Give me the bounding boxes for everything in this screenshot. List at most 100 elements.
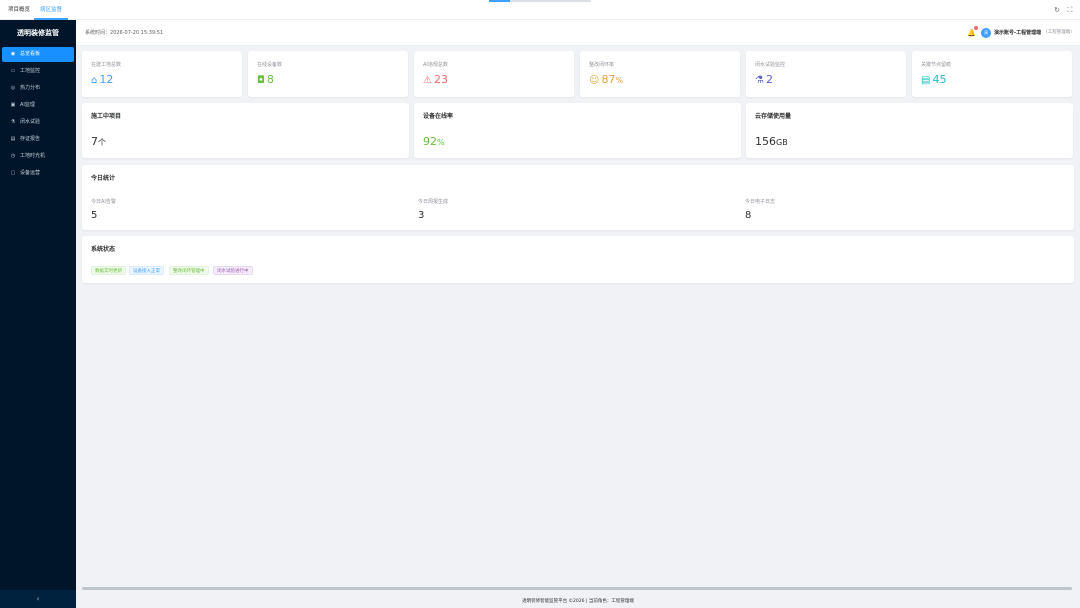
camera-icon: ◘ <box>257 75 265 86</box>
stat-number: 8 <box>266 73 274 86</box>
fullscreen-icon[interactable]: ⛶ <box>1065 5 1075 15</box>
system-status-title: 系统状态 <box>91 246 116 253</box>
report-icon: ▤ <box>10 136 16 142</box>
metric-number: 7 <box>91 135 98 148</box>
sidebar-collapse-button[interactable]: ‹ <box>0 590 76 608</box>
sidebar-item[interactable]: ▤ 存证报告 <box>2 132 74 147</box>
user-role: (工程管理端) <box>1046 30 1073 35</box>
today-stat-label: 今日周报生成 <box>418 199 449 205</box>
stat-number: 2 <box>765 73 773 86</box>
home-icon: ⌂ <box>91 75 98 86</box>
sidebar-item-label: 总览看板 <box>20 51 41 57</box>
sidebar-logo: 透明装修监管 <box>17 29 59 37</box>
avatar[interactable]: 演 <box>981 28 991 38</box>
tab-scroll-thumb[interactable] <box>489 0 510 2</box>
metric-title: 设备在线率 <box>423 113 454 120</box>
stat-value: ⌂ 12 <box>91 74 113 87</box>
stat-number: 12 <box>99 73 114 86</box>
user-name[interactable]: 演示账号-工程管理端 <box>994 20 1041 46</box>
stat-label: 在建工地总数 <box>91 62 122 68</box>
metric-value: 7个 <box>91 136 106 149</box>
page-footer: 透明装修智能监管平台 ©2026 | 当前角色：工程管理端 <box>522 599 634 604</box>
sidebar-item-label: 工地监控 <box>20 68 41 74</box>
stat-label: 闭水试验监控 <box>755 62 786 68</box>
system-status-card: 系统状态 数据实时更新 设备接入正常 整改闭环管理中 闭水试验进行中 <box>82 236 1074 283</box>
metric-number: 92 <box>423 135 437 148</box>
document-icon: ▤ <box>921 75 931 86</box>
stat-value: ☺ 87% <box>589 74 623 87</box>
stat-value: ◘ 8 <box>257 74 274 87</box>
stat-value: ⚗ 2 <box>755 74 773 87</box>
sidebar-item[interactable]: ▭ 工地监控 <box>2 64 74 79</box>
alarm-icon: ⚠ <box>423 75 432 86</box>
system-time-value: 2026-07-20 15:39:51 <box>110 30 164 36</box>
today-stat-value: 3 <box>418 210 425 221</box>
status-badge: 整改闭环管理中 <box>169 266 209 275</box>
sidebar-nav: ◉ 总览看板 ▭ 工地监控 ◎ 热力分布 ▣ AI监理 ⚗ 闭水试验 ▤ 存证报告 ◷ 工地时光机 ▢ 设备运… <box>0 47 76 181</box>
today-stat-value: 8 <box>745 210 752 221</box>
stat-number: 45 <box>932 73 947 86</box>
tab-scroll-indicator[interactable] <box>489 0 591 2</box>
today-stat-label: 今日电子日志 <box>745 199 776 205</box>
sidebar-item[interactable]: ⚗ 闭水试验 <box>2 115 74 130</box>
notification-badge <box>974 26 978 30</box>
today-stats-title: 今日统计 <box>91 175 116 182</box>
stat-card: 整改闭环率 ☺ 87% <box>580 51 740 97</box>
flask-icon: ⚗ <box>755 75 764 86</box>
stat-card: 在线设备数 ◘ 8 <box>248 51 408 97</box>
clock-icon: ◷ <box>10 153 16 159</box>
metric-card: 云存储使用量 156GB <box>746 103 1073 158</box>
status-badge: 设备接入正常 <box>129 266 164 275</box>
metric-value: 156GB <box>755 136 788 149</box>
today-stat-label: 今日AI告警 <box>91 199 116 205</box>
top-tab-bar: 项目概览 病区监督 ↻ ⛶ <box>0 0 1080 20</box>
stat-value: ⚠ 23 <box>423 74 448 87</box>
stat-number: 87 <box>601 73 616 86</box>
tab-ward-supervision[interactable]: 病区监督 <box>34 0 69 20</box>
stat-label: 在线设备数 <box>257 62 283 68</box>
ai-icon: ▣ <box>10 102 16 108</box>
sidebar-item-label: 存证报告 <box>20 136 41 142</box>
camera-icon: ▭ <box>10 68 16 74</box>
stat-label: AI违规总数 <box>423 62 448 68</box>
sidebar-item[interactable]: ▢ 设备运营 <box>2 166 74 181</box>
sidebar-item[interactable]: ◷ 工地时光机 <box>2 149 74 164</box>
stat-number: 23 <box>433 73 448 86</box>
stat-unit: % <box>615 76 624 85</box>
device-icon: ▢ <box>10 170 16 176</box>
tab-project-overview[interactable]: 项目概览 <box>2 0 36 20</box>
flask-icon: ⚗ <box>10 119 16 125</box>
stat-card: 在建工地总数 ⌂ 12 <box>82 51 242 97</box>
system-time: 系统时间：2026-07-20 15:39:51 <box>85 20 163 46</box>
sidebar-item[interactable]: ▣ AI监理 <box>2 98 74 113</box>
metric-number: 156 <box>755 135 776 148</box>
heatmap-icon: ◎ <box>10 85 16 91</box>
metric-card: 设备在线率 92% <box>414 103 741 158</box>
smile-icon: ☺ <box>589 75 600 86</box>
status-badge: 闭水试验进行中 <box>213 266 253 275</box>
sidebar: 透明装修监管 ◉ 总览看板 ▭ 工地监控 ◎ 热力分布 ▣ AI监理 ⚗ 闭水试验 ▤ 存证报告 ◷ 工地… <box>0 20 76 608</box>
sidebar-item[interactable]: ◉ 总览看板 <box>2 47 74 62</box>
stat-card: 闭水试验监控 ⚗ 2 <box>746 51 906 97</box>
metric-value: 92% <box>423 136 445 149</box>
today-stats-card: 今日统计 今日AI告警 5 今日周报生成 3 今日电子日志 8 <box>82 165 1074 230</box>
metric-card: 施工中项目 7个 <box>82 103 409 158</box>
horizontal-scrollbar[interactable] <box>82 587 1072 590</box>
sidebar-item-label: AI监理 <box>20 102 35 108</box>
stat-value: ▤ 45 <box>921 74 946 87</box>
sidebar-item[interactable]: ◎ 热力分布 <box>2 81 74 96</box>
metric-unit: GB <box>776 138 788 147</box>
stat-card: AI违规总数 ⚠ 23 <box>414 51 574 97</box>
sidebar-item-label: 闭水试验 <box>20 119 41 125</box>
sidebar-item-label: 工地时光机 <box>20 153 46 159</box>
sidebar-item-label: 热力分布 <box>20 85 41 91</box>
refresh-icon[interactable]: ↻ <box>1052 5 1062 15</box>
stat-card: 关键节点留痕 ▤ 45 <box>912 51 1072 97</box>
stat-label: 整改闭环率 <box>589 62 615 68</box>
dashboard-icon: ◉ <box>10 51 16 57</box>
stat-label: 关键节点留痕 <box>921 62 952 68</box>
page-header: 系统时间：2026-07-20 15:39:51 🔔 演 演示账号-工程管理端 … <box>76 20 1080 46</box>
bell-icon[interactable]: 🔔 <box>967 26 978 37</box>
status-badge: 数据实时更新 <box>91 266 126 275</box>
metric-title: 施工中项目 <box>91 113 122 120</box>
